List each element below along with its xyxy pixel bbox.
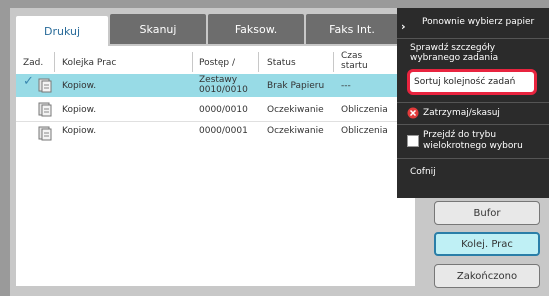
menu-item-sort-jobs[interactable]: Sortuj kolejność zadań (407, 69, 537, 95)
tab-faks-int[interactable]: Faks Int. (306, 14, 398, 44)
job-start: Obliczenia (341, 126, 388, 136)
table-header: Zad. Kolejka Prac Postęp / Status Czas s… (16, 48, 415, 74)
copy-job-icon (38, 78, 52, 93)
col-kolejka: Kolejka Prac (62, 58, 117, 68)
menu-item-multi-select-line1[interactable]: Przejdź do trybu (423, 130, 496, 141)
chevron-right-icon: › (401, 20, 406, 33)
menu-item-back[interactable]: Cofnij (410, 167, 436, 178)
tab-faksow[interactable]: Faksow. (208, 14, 304, 44)
tab-drukuj[interactable]: Drukuj (16, 16, 108, 46)
job-status: Oczekiwanie (267, 105, 324, 115)
bufor-button[interactable]: Bufor (434, 201, 540, 225)
job-list-panel: Zad. Kolejka Prac Postęp / Status Czas s… (16, 46, 415, 286)
col-czas: Czas (341, 51, 363, 61)
tab-skanuj[interactable]: Skanuj (110, 14, 206, 44)
action-menu: › Ponownie wybierz papier Sprawdź szczeg… (397, 8, 549, 198)
job-status: Brak Papieru (267, 81, 325, 91)
table-row[interactable]: Kopiow. 0000/0010 Oczekiwanie Obliczenia (16, 98, 415, 121)
table-row[interactable]: ✓ Kopiow. Zestawy 0010/0010 Brak Papieru… (16, 74, 415, 97)
job-name: Kopiow. (62, 105, 97, 115)
col-postep: Postęp / (199, 58, 235, 68)
job-start: --- (341, 81, 351, 91)
check-icon: ✓ (23, 74, 34, 89)
job-progress: 0000/0010 (199, 105, 248, 115)
col-status: Status (267, 58, 296, 68)
job-queue-button[interactable]: Kolej. Prac (434, 232, 540, 256)
col-zad: Zad. (23, 58, 44, 68)
menu-item-reselect-paper[interactable]: Ponownie wybierz papier (422, 17, 534, 28)
job-status-screen: Drukuj Skanuj Faksow. Faks Int. Zad. Kol… (10, 8, 549, 296)
job-name: Kopiow. (62, 126, 97, 136)
table-row[interactable]: Kopiow. 0000/0001 Oczekiwanie Obliczenia (16, 122, 415, 145)
copy-job-icon (38, 102, 52, 117)
stop-icon (407, 107, 419, 119)
copy-job-icon (38, 126, 52, 141)
job-status: Oczekiwanie (267, 126, 324, 136)
menu-item-stop-delete[interactable]: Zatrzymaj/skasuj (423, 108, 500, 119)
job-progress-label: Zestawy (199, 75, 238, 85)
job-progress: 0010/0010 (199, 85, 248, 95)
menu-item-check-details-line2[interactable]: wybranego zadania (410, 53, 498, 62)
menu-item-multi-select-line2[interactable]: wielokrotnego wyboru (423, 141, 523, 152)
job-progress: 0000/0001 (199, 126, 248, 136)
col-startu: startu (341, 61, 368, 71)
job-name: Kopiow. (62, 81, 97, 91)
completed-button[interactable]: Zakończono (434, 264, 540, 288)
multi-select-checkbox[interactable] (407, 135, 419, 147)
job-start: Obliczenia (341, 105, 388, 115)
